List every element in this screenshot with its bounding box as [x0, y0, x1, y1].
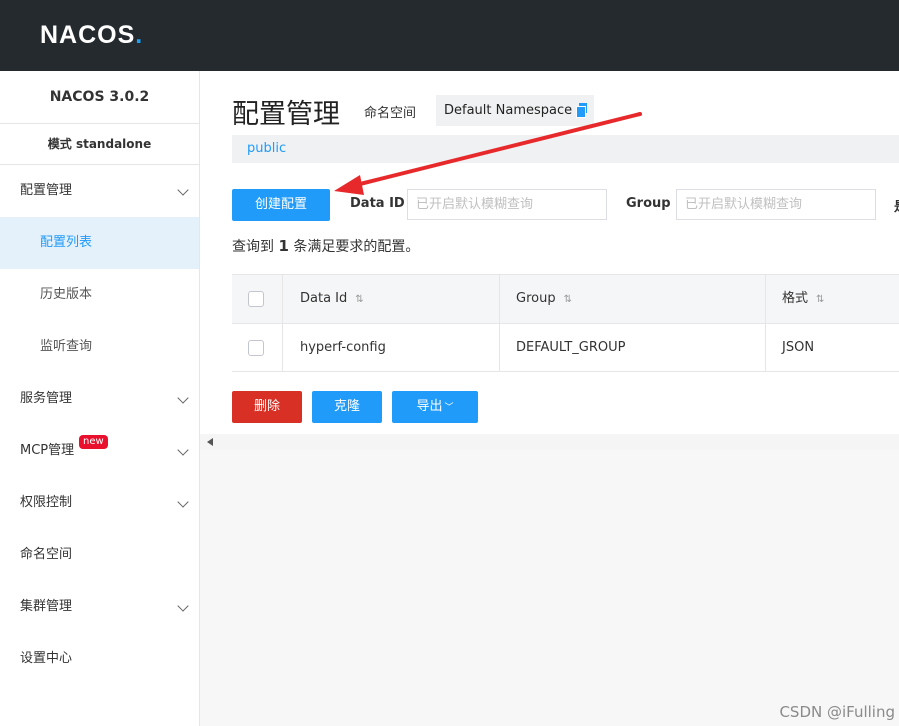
annotation-arrow-shaft [350, 112, 642, 188]
csdn-watermark: CSDN @iFulling [779, 703, 895, 721]
annotation-arrow [334, 112, 642, 195]
annotation-arrow-head [334, 175, 364, 195]
